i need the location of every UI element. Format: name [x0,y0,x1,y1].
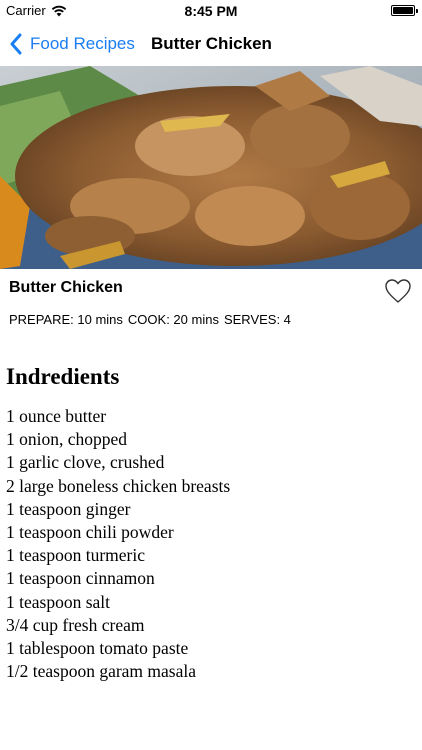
ingredient-item: 1 teaspoon turmeric [6,545,145,566]
ingredients-heading: Indredients [6,364,120,389]
prepare-time: PREPARE: 10 mins [9,312,123,327]
back-button-label: Food Recipes [30,34,135,53]
ingredient-item: 3/4 cup fresh cream [6,614,145,635]
navigation-bar: Food Recipes Butter Chicken [0,22,422,66]
ingredient-item: 1 teaspoon ginger [6,498,131,519]
status-bar: Carrier 8:45 PM [0,0,422,22]
ingredient-item: 1 tablespoon tomato paste [6,637,189,658]
ingredient-item: 1/2 teaspoon garam masala [6,661,197,682]
ingredient-item: 1 teaspoon cinnamon [6,568,155,589]
recipe-meta: PREPARE: 10 mins COOK: 20 mins SERVES: 4 [9,312,296,327]
ingredient-item: 1 teaspoon salt [6,591,111,612]
ingredients-list: 1 ounce butter 1 onion, chopped 1 garlic… [6,405,230,683]
recipe-photo [0,66,422,269]
heart-outline-icon[interactable] [384,278,412,304]
ingredient-item: 1 garlic clove, crushed [6,452,165,473]
ingredient-item: 2 large boneless chicken breasts [6,475,231,496]
serves-count: SERVES: 4 [223,312,291,327]
ingredient-item: 1 teaspoon chili powder [6,521,174,542]
battery-icon [391,5,418,16]
recipe-title: Butter Chicken [9,279,123,296]
ingredient-item: 1 ounce butter [6,406,107,426]
nav-title: Butter Chicken [151,34,272,53]
back-button[interactable]: Food Recipes [8,22,135,66]
ingredient-item: 1 onion, chopped [6,429,128,450]
cook-time: COOK: 20 mins [127,312,219,327]
chevron-left-icon [10,33,22,55]
status-time: 8:45 PM [184,3,238,19]
